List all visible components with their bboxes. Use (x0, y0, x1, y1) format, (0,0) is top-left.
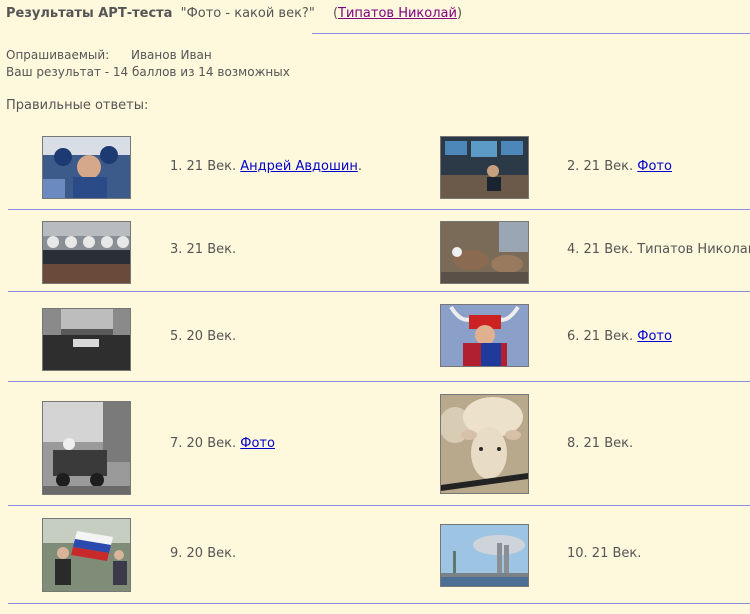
control-room-photo (440, 136, 529, 199)
answer-4-text: 4. 21 Век. Типатов Николай. (567, 242, 750, 257)
riot-police-photo (42, 221, 131, 284)
answer-10: 10. 21 Век. (567, 546, 641, 561)
respondent-info: Опрашиваемый: Иванов Иван Ваш результат -… (6, 47, 290, 81)
row-divider (8, 209, 750, 210)
quiz-results-page: Результаты АРТ-теста "Фото - какой век?"… (0, 0, 750, 614)
street-crowd-photo (42, 308, 131, 371)
old-car-photo (42, 401, 131, 495)
answer-2-link[interactable]: Фото (637, 159, 672, 174)
answer-9-text: 9. 20 Век. (170, 546, 237, 561)
row-divider (8, 381, 750, 382)
answer-7-link[interactable]: Фото (240, 436, 275, 451)
answer-9: 9. 20 Век. (170, 546, 236, 561)
answer-8-text: 8. 21 Век. (567, 436, 634, 451)
answer-2-text: 2. 21 Век. (567, 159, 634, 174)
sheep-street-photo (440, 221, 529, 284)
answer-1-suffix: . (357, 159, 362, 174)
answer-5-text: 5. 20 Век. (170, 329, 237, 344)
answer-3-text: 3. 21 Век. (170, 242, 237, 257)
answer-7-text: 7. 20 Век. (170, 436, 237, 451)
author-link[interactable]: Типатов Николай (338, 6, 457, 21)
sports-fan-photo (440, 304, 529, 367)
respondent-name: Иванов Иван (131, 48, 212, 62)
author-wrap: (Типатов Николай) (333, 6, 462, 21)
row-divider (8, 603, 750, 604)
police-crowd-photo (42, 136, 131, 199)
answer-2: 2. 21 Век. Фото (567, 159, 672, 174)
answer-6-link[interactable]: Фото (637, 329, 672, 344)
answer-8: 8. 21 Век. (567, 436, 633, 451)
page-header: Результаты АРТ-теста "Фото - какой век?"… (6, 6, 462, 21)
header-divider (312, 33, 750, 34)
sheep-photo (440, 394, 529, 494)
respondent-row: Опрашиваемый: Иванов Иван (6, 47, 290, 64)
close-paren: ) (456, 6, 463, 21)
row-divider (8, 505, 750, 506)
answer-5: 5. 20 Век. (170, 329, 236, 344)
answer-1-link[interactable]: Андрей Авдошин (240, 159, 358, 174)
score-text: Ваш результат - 14 баллов из 14 возможны… (6, 65, 290, 79)
row-divider (8, 291, 750, 292)
quiz-name: "Фото - какой век?" (180, 6, 315, 21)
answer-6: 6. 21 Век. Фото (567, 329, 672, 344)
flag-crowd-photo (42, 518, 131, 592)
answer-6-text: 6. 21 Век. (567, 329, 634, 344)
answer-10-text: 10. 21 Век. (567, 546, 642, 561)
answer-7: 7. 20 Век. Фото (170, 436, 275, 451)
correct-answers-label: Правильные ответы: (6, 98, 149, 113)
answer-1: 1. 21 Век. Андрей Авдошин. (170, 159, 362, 174)
page-title: Результаты АРТ-теста (6, 6, 173, 21)
answer-4: 4. 21 Век. Типатов Николай. (567, 242, 750, 257)
twin-towers-photo (440, 524, 529, 587)
answer-3: 3. 21 Век. (170, 242, 236, 257)
respondent-label: Опрашиваемый: (6, 48, 110, 62)
answer-1-text: 1. 21 Век. (170, 159, 237, 174)
